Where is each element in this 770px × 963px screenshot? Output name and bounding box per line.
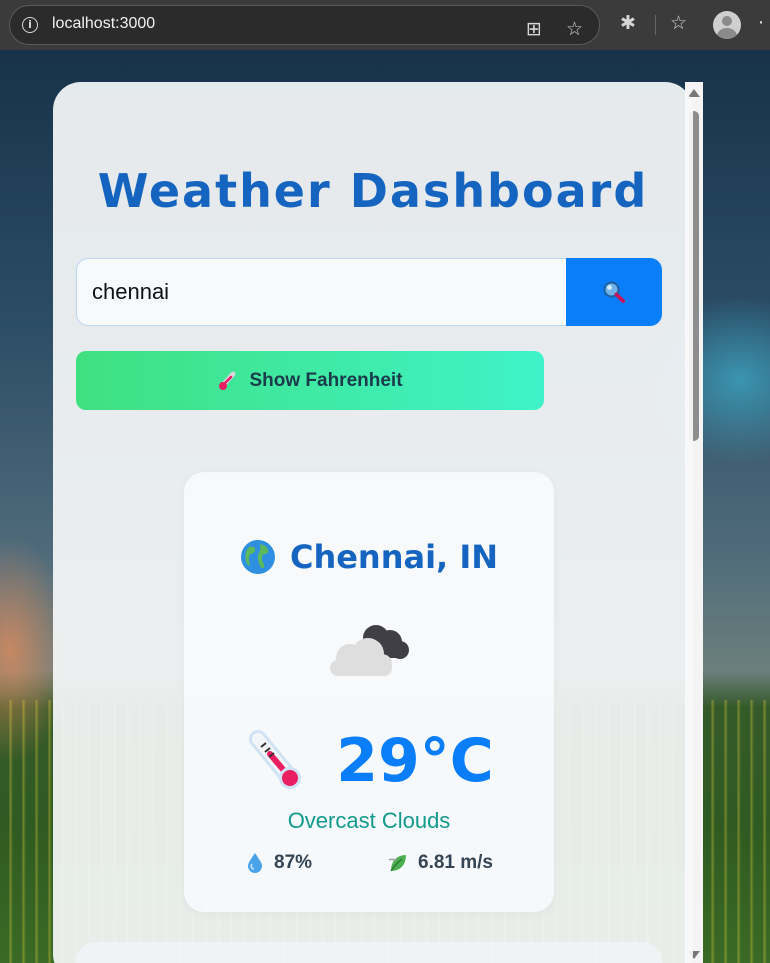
humidity-stat: 87% — [246, 852, 312, 874]
toolbar-divider — [655, 15, 656, 35]
address-bar[interactable]: i localhost:3000 ⊞ ☆ — [9, 5, 600, 45]
scroll-up-arrow-icon[interactable] — [688, 89, 700, 97]
forecast-card — [76, 942, 662, 963]
cloud-icon — [330, 625, 409, 676]
favorites-icon[interactable]: ☆ — [670, 12, 687, 34]
favorite-star-icon[interactable]: ☆ — [566, 18, 583, 40]
unit-toggle-button[interactable]: Show Fahrenheit — [76, 351, 544, 410]
page-title: Weather Dashboard — [97, 164, 649, 218]
thermometer-icon — [219, 371, 236, 390]
temperature-row: 29°C — [184, 726, 554, 796]
city-search-input[interactable] — [76, 258, 576, 326]
temperature-value: 29°C — [336, 726, 494, 796]
extensions-icon[interactable]: ✱ — [620, 12, 636, 34]
app-available-icon[interactable]: ⊞ — [526, 18, 542, 40]
weather-condition — [324, 620, 414, 682]
weather-stats: 87% 6.81 m/s — [246, 852, 506, 882]
profile-avatar[interactable] — [713, 11, 741, 39]
weather-card: Chennai, IN 29°C Overcast Clouds 87% 6.8… — [184, 472, 554, 912]
humidity-value: 87% — [274, 852, 313, 873]
droplet-icon — [248, 853, 262, 873]
thermometer-icon — [249, 730, 302, 789]
dashboard-card: Weather Dashboard Show Fahrenheit Chenn — [53, 82, 693, 963]
browser-toolbar: i localhost:3000 ⊞ ☆ ✱ ☆ · — [0, 0, 770, 50]
more-menu-icon[interactable]: · — [758, 12, 764, 34]
wind-stat: 6.81 m/s — [388, 852, 493, 874]
wind-value: 6.81 m/s — [418, 852, 493, 873]
site-info-icon[interactable]: i — [22, 17, 38, 33]
leaf-wind-icon — [388, 855, 406, 872]
weather-description: Overcast Clouds — [287, 808, 451, 833]
city-name: Chennai, IN — [289, 538, 499, 576]
unit-toggle-label: Show Fahrenheit — [249, 369, 403, 391]
search-form — [76, 258, 662, 326]
search-button[interactable] — [566, 258, 662, 326]
location-row: Chennai, IN — [184, 538, 554, 576]
search-icon — [603, 281, 625, 303]
url-text[interactable]: localhost:3000 — [52, 15, 155, 33]
globe-icon — [240, 540, 275, 574]
